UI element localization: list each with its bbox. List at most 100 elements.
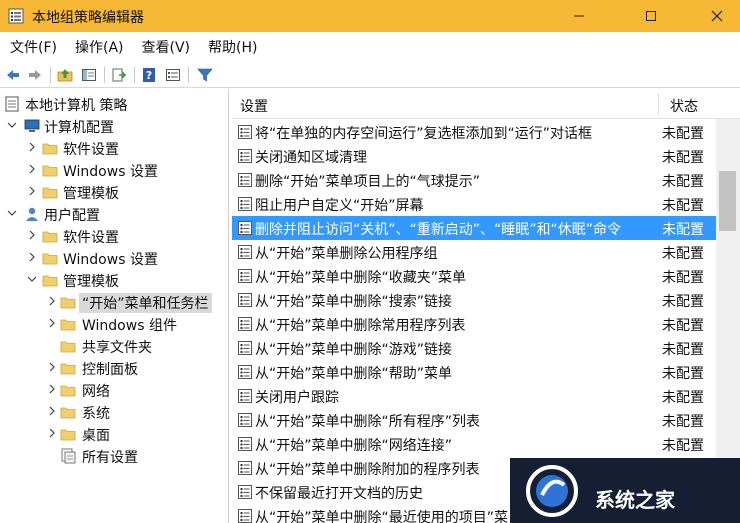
folder-icon [42,165,58,177]
tree-item-system[interactable]: 系统 [0,401,228,423]
tree-item-all-settings[interactable]: 所有设置 [0,445,228,467]
policy-setting-icon [238,365,252,379]
tree-item-local-computer-policy[interactable]: 本地计算机 策略 [0,93,228,115]
policy-row[interactable]: 从“开始”菜单删除公用程序组 未配置 [232,240,716,264]
chevron-down-icon[interactable] [26,273,38,285]
policy-row[interactable]: 关闭用户跟踪 未配置 [232,384,716,408]
minimize-icon [574,15,584,17]
properties-button[interactable] [164,66,182,84]
policy-setting-icon [238,413,252,427]
chevron-right-icon[interactable] [26,141,38,153]
column-header-status[interactable]: 状态 [670,96,698,116]
folder-open-icon [60,297,76,309]
policy-setting-name: 删除“开始”菜单项目上的“气球提示” [255,174,481,190]
policy-row[interactable]: 删除并阻止访问“关机”、“重新启动”、“睡眠”和“休眠”命令 未配置 [232,216,716,240]
minimize-button[interactable] [556,0,602,32]
toolbar: ? [0,62,740,88]
chevron-right-icon[interactable] [46,383,58,395]
tree-label: Windows 设置 [63,252,158,268]
tree-item-start-menu-taskbar[interactable]: “开始”菜单和任务栏 [0,291,228,313]
policy-status: 未配置 [662,246,704,262]
chevron-right-icon[interactable] [46,405,58,417]
export-list-button[interactable] [110,66,128,84]
tree-label: Windows 组件 [82,318,177,334]
tree-item-control-panel[interactable]: 控制面板 [0,357,228,379]
tree-label: 系统 [82,406,110,422]
tree-label: 控制面板 [82,362,138,378]
policy-status: 未配置 [662,366,704,382]
forward-button[interactable] [26,66,44,84]
policy-row[interactable]: 从“开始”菜单中删除“所有程序”列表 未配置 [232,408,716,432]
tree-item-admin-templates-user[interactable]: 管理模板 [0,269,228,291]
policy-setting-icon [238,269,252,283]
chevron-down-icon[interactable] [6,207,18,219]
column-header-setting[interactable]: 设置 [240,96,268,116]
tree-item-windows-components[interactable]: Windows 组件 [0,313,228,335]
policy-row[interactable]: 从“开始”菜单中删除常用程序列表 未配置 [232,312,716,336]
menu-action[interactable]: 操作(A) [69,37,130,57]
back-arrow-icon [7,70,19,80]
title-bar: 本地组策略编辑器 [0,0,740,32]
menu-view[interactable]: 查看(V) [136,37,197,57]
tree-label: 计算机配置 [44,120,114,136]
chevron-right-icon[interactable] [46,317,58,329]
policy-setting-icon [238,461,252,475]
tree-item-network[interactable]: 网络 [0,379,228,401]
policy-status: 未配置 [662,414,704,430]
menu-bar: 文件(F) 操作(A) 查看(V) 帮助(H) [0,32,740,62]
folder-icon [42,275,58,287]
up-folder-button[interactable] [56,66,74,84]
tree-item-desktop[interactable]: 桌面 [0,423,228,445]
chevron-right-icon[interactable] [26,251,38,263]
policy-status: 未配置 [662,270,704,286]
back-button[interactable] [4,66,22,84]
list-header: 设置 状态 [232,89,740,119]
policy-row[interactable]: 从“开始”菜单中删除“游戏”链接 未配置 [232,336,716,360]
tree-item-admin-templates[interactable]: 管理模板 [0,181,228,203]
tree-item-windows-settings[interactable]: Windows 设置 [0,159,228,181]
menu-help[interactable]: 帮助(H) [202,37,263,57]
policy-row[interactable]: 删除“开始”菜单项目上的“气球提示” 未配置 [232,168,716,192]
policy-row[interactable]: 从“开始”菜单中删除“收藏夹”菜单 未配置 [232,264,716,288]
policy-row[interactable]: 阻止用户自定义“开始”屏幕 未配置 [232,192,716,216]
chevron-down-icon[interactable] [6,119,18,131]
column-divider[interactable] [658,93,659,115]
chevron-right-icon[interactable] [46,295,58,307]
maximize-button[interactable] [628,0,674,32]
chevron-right-icon[interactable] [26,185,38,197]
folder-icon [60,363,76,375]
policy-setting-icon [238,485,252,499]
policy-row[interactable]: 将“在单独的内存空间运行”复选框添加到“运行”对话框 未配置 [232,120,716,144]
help-button[interactable]: ? [140,66,158,84]
tree-item-computer-config[interactable]: 计算机配置 [0,115,228,137]
policy-row[interactable]: 从“开始”菜单中删除“帮助”菜单 未配置 [232,360,716,384]
chevron-right-icon[interactable] [26,229,38,241]
folder-icon [42,253,58,265]
tree-item-user-config[interactable]: 用户配置 [0,203,228,225]
tree-label: 软件设置 [63,142,119,158]
close-button[interactable] [694,0,740,32]
tree-item-software-settings-user[interactable]: 软件设置 [0,225,228,247]
policy-status: 未配置 [662,126,704,142]
tree-item-shared-folders[interactable]: 共享文件夹 [0,335,228,357]
policy-setting-icon [238,293,252,307]
filter-button[interactable] [196,66,214,84]
chevron-right-icon[interactable] [46,427,58,439]
policy-status: 未配置 [662,342,704,358]
tree-item-windows-settings-user[interactable]: Windows 设置 [0,247,228,269]
tree-item-software-settings[interactable]: 软件设置 [0,137,228,159]
maximize-icon [646,11,656,21]
chevron-right-icon[interactable] [46,361,58,373]
scrollbar-thumb[interactable] [719,171,736,231]
show-hide-tree-button[interactable] [80,66,98,84]
toolbar-separator [104,67,105,83]
window-title: 本地组策略编辑器 [32,10,144,26]
menu-file[interactable]: 文件(F) [4,37,63,57]
policy-row[interactable]: 从“开始”菜单中删除“搜索”链接 未配置 [232,288,716,312]
chevron-right-icon[interactable] [26,163,38,175]
policy-row[interactable]: 关闭通知区域清理 未配置 [232,144,716,168]
policy-row[interactable]: 从“开始”菜单中删除“网络连接” 未配置 [232,432,716,456]
folder-icon [60,385,76,397]
policy-document-icon [5,96,19,112]
policy-setting-name: 阻止用户自定义“开始”屏幕 [255,198,424,214]
